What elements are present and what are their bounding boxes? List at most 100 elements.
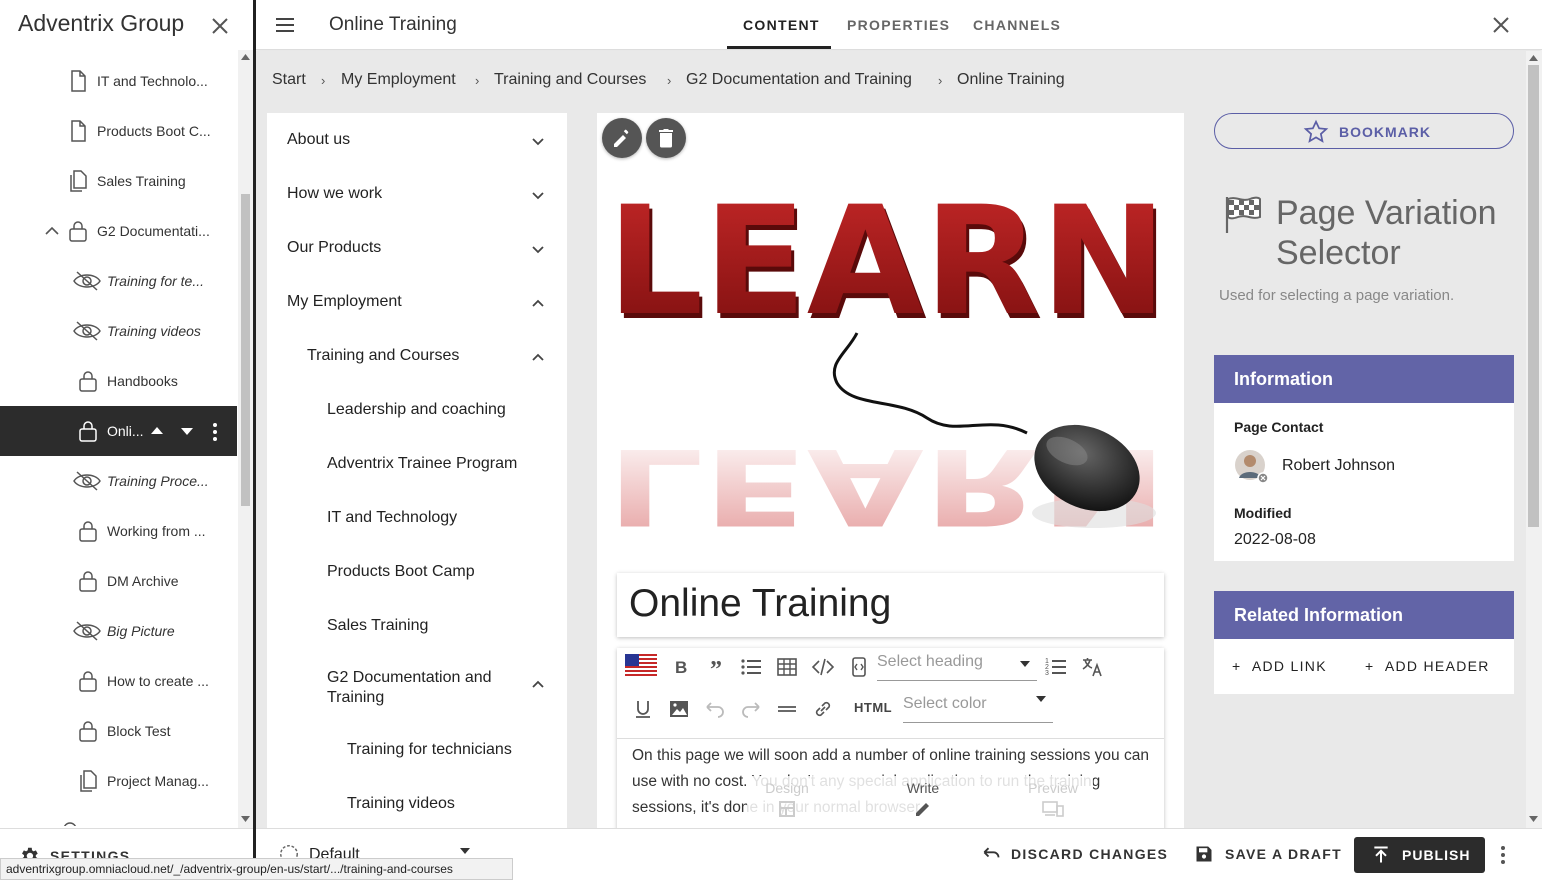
edit-button[interactable] — [602, 118, 642, 158]
embed-icon[interactable] — [847, 655, 871, 679]
code-icon[interactable] — [811, 655, 835, 679]
heading-select[interactable]: Select heading — [877, 653, 1037, 681]
chevron-up-icon[interactable] — [531, 677, 545, 691]
more-options-icon[interactable] — [1496, 843, 1510, 867]
main-scrollbar-thumb[interactable] — [1528, 65, 1539, 527]
svg-text:B: B — [675, 658, 687, 677]
page-heading-box[interactable]: Online Training — [617, 573, 1164, 637]
tree-item-label: Training for te... — [107, 273, 205, 289]
tree-item[interactable]: Working from ... — [0, 506, 237, 556]
chevron-up-icon[interactable] — [531, 296, 545, 310]
chevron-up-icon[interactable] — [42, 219, 62, 243]
nav-item[interactable]: Sales Training — [267, 616, 567, 636]
horizontal-rule-icon[interactable] — [775, 697, 799, 721]
tree-item[interactable]: Training Proce... — [0, 456, 237, 506]
breadcrumb-item[interactable]: G2 Documentation and Training — [686, 71, 912, 89]
color-select[interactable]: Select color — [903, 695, 1053, 723]
breadcrumb-separator: › — [667, 73, 672, 88]
tree-item[interactable]: IT and Technolo... — [0, 56, 237, 106]
nav-item[interactable]: Products Boot Camp — [267, 562, 567, 582]
hero-image-learn: LEARN LEARN LEARN — [597, 193, 1184, 553]
tree-item[interactable]: Products Boot C... — [0, 106, 237, 156]
tree-item[interactable]: How to create ... — [0, 656, 237, 706]
chevron-down-icon[interactable] — [531, 188, 545, 202]
breadcrumb-item[interactable]: Start — [272, 71, 306, 89]
learn-text: LEARN — [607, 193, 1167, 349]
nav-item[interactable]: How we work — [267, 184, 567, 204]
avatar[interactable] — [1234, 449, 1268, 483]
svg-text:3: 3 — [1045, 670, 1049, 677]
breadcrumb-item[interactable]: Training and Courses — [494, 71, 646, 89]
mode-write[interactable]: Write — [893, 780, 953, 818]
nav-item[interactable]: Adventrix Trainee Program — [267, 454, 567, 474]
tree-item[interactable]: Training for te... — [0, 256, 237, 306]
nav-item[interactable]: My Employment — [267, 292, 567, 312]
bold-icon[interactable]: B — [669, 655, 693, 679]
tab-properties[interactable]: PROPERTIES — [847, 17, 950, 33]
tree-item[interactable]: DM Archive — [0, 556, 237, 606]
tree-item[interactable]: Onli... — [0, 406, 237, 456]
image-icon[interactable] — [667, 697, 691, 721]
tree-item[interactable]: Career and Opp... — [0, 806, 237, 826]
tree-item-label: Handbooks — [107, 373, 178, 389]
tree-scrollbar[interactable] — [238, 50, 253, 828]
menu-icon[interactable] — [274, 14, 296, 36]
link-icon[interactable] — [811, 697, 835, 721]
discard-changes-button[interactable]: DISCARD CHANGES — [980, 846, 1168, 862]
bulleted-list-icon[interactable] — [739, 655, 763, 679]
move-up-icon[interactable] — [148, 421, 166, 445]
nav-item[interactable]: Training for technicians — [267, 740, 567, 760]
close-icon[interactable] — [206, 12, 234, 40]
tab-content[interactable]: CONTENT — [743, 17, 820, 33]
nav-item[interactable]: About us — [267, 130, 567, 150]
undo-icon[interactable] — [703, 697, 727, 721]
nav-item[interactable]: Training and Courses — [267, 346, 567, 366]
contact-name[interactable]: Robert Johnson — [1282, 457, 1395, 475]
html-button[interactable]: HTML — [854, 700, 892, 715]
nav-item[interactable]: G2 Documentation and Training — [267, 668, 567, 708]
nav-item[interactable]: Training videos — [267, 794, 567, 814]
table-icon[interactable] — [775, 655, 799, 679]
information-card: Information Page Contact Robert Johnson … — [1214, 355, 1514, 561]
translate-icon[interactable] — [1080, 655, 1104, 679]
tree-item[interactable]: Project Manag... — [0, 756, 237, 806]
hidden-icon — [72, 619, 102, 643]
numbered-list-icon[interactable]: 123 — [1044, 655, 1068, 679]
breadcrumb-item[interactable]: My Employment — [341, 71, 456, 89]
add-link-button[interactable]: + ADD LINK — [1232, 658, 1327, 674]
tree-item[interactable]: Training videos — [0, 306, 237, 356]
add-header-button[interactable]: + ADD HEADER — [1365, 658, 1490, 674]
quote-icon[interactable]: ” — [705, 655, 729, 679]
underline-icon[interactable] — [631, 697, 655, 721]
chevron-down-icon[interactable] — [531, 242, 545, 256]
publish-button[interactable]: PUBLISH — [1354, 837, 1485, 873]
redo-icon[interactable] — [739, 697, 763, 721]
nav-item[interactable]: IT and Technology — [267, 508, 567, 528]
add-link-label: ADD LINK — [1251, 658, 1327, 674]
nav-item[interactable]: Leadership and coaching — [267, 400, 567, 420]
tree-item[interactable]: G2 Documentati... — [0, 206, 237, 256]
tree-item[interactable]: Handbooks — [0, 356, 237, 406]
mode-preview[interactable]: Preview — [1023, 780, 1083, 818]
page-icon — [66, 119, 90, 143]
chevron-down-icon[interactable] — [531, 134, 545, 148]
tree-item[interactable]: Sales Training — [0, 156, 237, 206]
tab-channels[interactable]: CHANNELS — [973, 17, 1061, 33]
language-flag-icon[interactable] — [625, 654, 657, 678]
navigation-menu: About us How we work Our Products My Employ… — [267, 113, 567, 828]
tree-item[interactable]: Block Test — [0, 706, 237, 756]
chevron-up-icon[interactable] — [531, 350, 545, 364]
main-scrollbar[interactable] — [1526, 51, 1542, 828]
close-icon[interactable] — [1489, 13, 1513, 37]
tree-scrollbar-thumb[interactable] — [241, 194, 250, 506]
delete-button[interactable] — [646, 118, 686, 158]
bookmark-button[interactable]: BOOKMARK — [1214, 113, 1514, 149]
more-options-icon[interactable] — [206, 421, 224, 445]
move-down-icon[interactable] — [178, 421, 196, 445]
publish-icon — [1374, 846, 1388, 863]
tree-item[interactable]: Big Picture — [0, 606, 237, 656]
page-heading[interactable]: Online Training — [629, 582, 891, 626]
save-draft-button[interactable]: SAVE A DRAFT — [1194, 846, 1342, 862]
nav-item[interactable]: Our Products — [267, 238, 567, 258]
mode-design[interactable]: Design — [757, 780, 817, 818]
